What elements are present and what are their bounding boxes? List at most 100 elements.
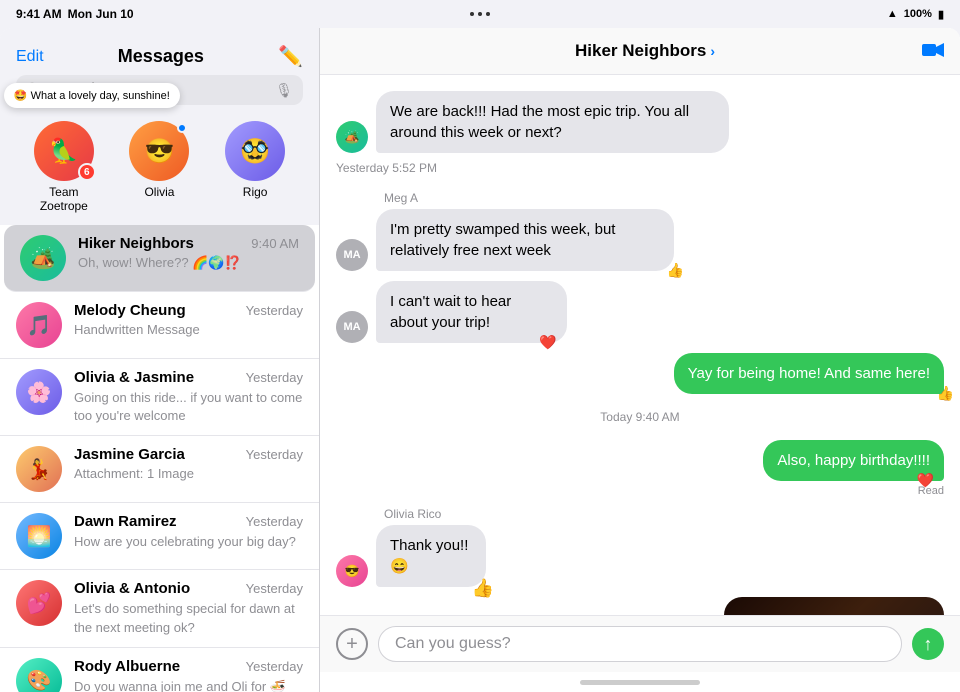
pinned-contact-team-zoetrope[interactable]: 🤩 What a lovely day, sunshine! 🦜 6 Team … <box>24 121 104 213</box>
input-area: + Can you guess? ↑ <box>320 615 960 672</box>
wifi-icon: ▲ <box>887 8 898 20</box>
avatar-olivia-jasmine: 🌸 <box>16 369 62 415</box>
pinned-contact-rigo[interactable]: 🥸 Rigo <box>215 121 295 213</box>
message-bubble-3: I can't wait to hear about your trip! ❤️ <box>376 281 567 343</box>
conv-header-hiker-neighbors: Hiker Neighbors 9:40 AM <box>78 235 299 252</box>
message-avatar-1: 🏕️ <box>336 121 368 153</box>
message-input-placeholder: Can you guess? <box>395 635 511 653</box>
message-bubble-7: Thank you!! 😄 👍 <box>376 525 486 587</box>
message-row-3: MA I can't wait to hear about your trip!… <box>336 281 944 343</box>
conv-preview-olivia-jasmine: Going on this ride... if you want to com… <box>74 389 303 425</box>
tooltip-bubble: 🤩 What a lovely day, sunshine! <box>4 83 180 108</box>
conv-name-olivia-jasmine: Olivia & Jasmine <box>74 369 194 386</box>
conv-name-olivia-antonio: Olivia & Antonio <box>74 580 190 597</box>
reaction-heart-3: ❤️ <box>539 333 556 353</box>
status-bar-center <box>470 12 490 16</box>
avatar-rigo: 🥸 <box>225 121 285 181</box>
conv-body-olivia-jasmine: Olivia & Jasmine Yesterday Going on this… <box>74 369 303 425</box>
message-row-4: Yay for being home! And same here! 👍 <box>336 353 944 394</box>
conv-body-hiker-neighbors: Hiker Neighbors 9:40 AM Oh, wow! Where??… <box>78 235 299 271</box>
mic-icon: 🎙 <box>275 82 293 99</box>
message-row-6: Also, happy birthday!!!! ❤️ Read <box>336 440 944 497</box>
conv-header-melody-cheung: Melody Cheung Yesterday <box>74 302 303 319</box>
reaction-heart-6: ❤️ <box>917 471 934 491</box>
sidebar-title: Messages <box>118 46 204 67</box>
conversation-item-jasmine-garcia[interactable]: 💃 Jasmine Garcia Yesterday Attachment: 1… <box>0 436 319 503</box>
status-time: 9:41 AM <box>16 7 62 21</box>
conv-body-dawn-ramirez: Dawn Ramirez Yesterday How are you celeb… <box>74 513 303 551</box>
message-with-avatar-3: MA I can't wait to hear about your trip!… <box>336 281 629 343</box>
conv-preview-jasmine-garcia: Attachment: 1 Image <box>74 466 303 481</box>
message-bubble-6: Also, happy birthday!!!! ❤️ <box>763 440 944 481</box>
reaction-thumbs-4: 👍 <box>937 384 954 404</box>
photo-placeholder-8 <box>724 597 944 615</box>
message-avatar-2: MA <box>336 239 368 271</box>
photo-bubble-8 <box>724 597 944 615</box>
dot3 <box>486 12 490 16</box>
message-bubble-4: Yay for being home! And same here! 👍 <box>674 353 944 394</box>
avatar-melody-cheung: 🎵 <box>16 302 62 348</box>
sidebar-title-row: Edit Messages ✏️ <box>16 36 303 75</box>
avatar-wrapper-olivia: 😎 <box>129 121 189 181</box>
unread-dot-olivia <box>177 123 187 133</box>
conv-time-rody-albuerne: Yesterday <box>246 659 303 674</box>
conversation-item-melody-cheung[interactable]: 🎵 Melody Cheung Yesterday Handwritten Me… <box>0 292 319 359</box>
conv-name-melody-cheung: Melody Cheung <box>74 302 186 319</box>
conv-header-dawn-ramirez: Dawn Ramirez Yesterday <box>74 513 303 530</box>
message-input-wrap[interactable]: Can you guess? <box>378 626 902 662</box>
conv-time-hiker-neighbors: 9:40 AM <box>251 236 299 251</box>
conv-time-olivia-antonio: Yesterday <box>246 581 303 596</box>
message-row-1: 🏕️ We are back!!! Had the most epic trip… <box>336 91 944 181</box>
conv-header-olivia-antonio: Olivia & Antonio Yesterday <box>74 580 303 597</box>
message-avatar-3: MA <box>336 311 368 343</box>
messages-area[interactable]: 🏕️ We are back!!! Had the most epic trip… <box>320 75 960 615</box>
conv-name-jasmine-garcia: Jasmine Garcia <box>74 446 185 463</box>
message-avatar-7: 😎 <box>336 555 368 587</box>
conv-preview-rody-albuerne: Do you wanna join me and Oli for 🍜 🔍 bre… <box>74 678 303 692</box>
pinned-contact-olivia[interactable]: 😎 Olivia <box>119 121 199 213</box>
reaction-thumbs-7: 👍 <box>472 576 494 601</box>
conv-time-jasmine-garcia: Yesterday <box>246 447 303 462</box>
avatar-hiker-neighbors: 🏕️ <box>20 235 66 281</box>
avatar-jasmine-garcia: 💃 <box>16 446 62 492</box>
conversation-item-olivia-jasmine[interactable]: 🌸 Olivia & Jasmine Yesterday Going on th… <box>0 359 319 436</box>
chat-title-text: Hiker Neighbors <box>575 41 706 61</box>
status-bar-left: 9:41 AM Mon Jun 10 <box>16 7 134 21</box>
message-with-avatar-7: 😎 Thank you!! 😄 👍 <box>336 525 505 587</box>
conv-name-dawn-ramirez: Dawn Ramirez <box>74 513 177 530</box>
dot1 <box>470 12 474 16</box>
edit-button[interactable]: Edit <box>16 48 44 66</box>
message-bubble-2: I'm pretty swamped this week, but relati… <box>376 209 674 271</box>
pinned-name-team: Team Zoetrope <box>24 185 104 213</box>
chevron-icon: › <box>710 43 715 59</box>
pinned-contacts-row: 🤩 What a lovely day, sunshine! 🦜 6 Team … <box>0 113 319 225</box>
timestamp-yesterday: Yesterday 5:52 PM <box>336 161 437 175</box>
avatar-wrapper-team: 🤩 What a lovely day, sunshine! 🦜 6 <box>34 121 94 181</box>
home-bar <box>580 680 700 685</box>
conv-preview-dawn-ramirez: How are you celebrating your big day? <box>74 533 303 551</box>
status-bar-right: ▲ 100% ▮ <box>887 8 944 21</box>
message-row-2: Meg A MA I'm pretty swamped this week, b… <box>336 191 944 271</box>
conv-preview-hiker-neighbors: Oh, wow! Where?? 🌈🌍⁉️ <box>78 255 299 271</box>
chat-title: Hiker Neighbors › <box>575 41 715 61</box>
message-sender-2: Meg A <box>336 191 418 205</box>
compose-button[interactable]: ✏️ <box>278 44 303 69</box>
conversation-item-hiker-neighbors[interactable]: 🏕️ Hiker Neighbors 9:40 AM Oh, wow! Wher… <box>4 225 315 292</box>
conv-name-rody-albuerne: Rody Albuerne <box>74 658 180 675</box>
conv-name-hiker-neighbors: Hiker Neighbors <box>78 235 194 252</box>
send-button[interactable]: ↑ <box>912 628 944 660</box>
conversation-item-rody-albuerne[interactable]: 🎨 Rody Albuerne Yesterday Do you wanna j… <box>0 648 319 692</box>
status-day: Mon Jun 10 <box>68 7 134 21</box>
pinned-name-olivia: Olivia <box>144 185 174 199</box>
sidebar: Edit Messages ✏️ 🔍 🎙 🤩 What a lovely day… <box>0 28 320 692</box>
add-attachment-button[interactable]: + <box>336 628 368 660</box>
conv-preview-melody-cheung: Handwritten Message <box>74 322 303 337</box>
pinned-name-rigo: Rigo <box>243 185 268 199</box>
conversation-item-olivia-antonio[interactable]: 💕 Olivia & Antonio Yesterday Let's do so… <box>0 570 319 647</box>
conversation-item-dawn-ramirez[interactable]: 🌅 Dawn Ramirez Yesterday How are you cel… <box>0 503 319 570</box>
avatar-dawn-ramirez: 🌅 <box>16 513 62 559</box>
video-call-button[interactable] <box>922 38 944 64</box>
chat-panel: Hiker Neighbors › 🏕️ We are back!!! Had … <box>320 28 960 692</box>
conv-body-jasmine-garcia: Jasmine Garcia Yesterday Attachment: 1 I… <box>74 446 303 481</box>
app-container: Edit Messages ✏️ 🔍 🎙 🤩 What a lovely day… <box>0 28 960 692</box>
